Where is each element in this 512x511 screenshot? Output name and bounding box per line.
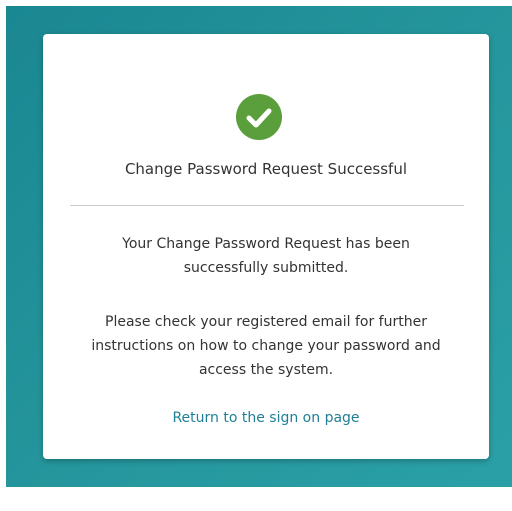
success-title: Change Password Request Successful bbox=[124, 160, 408, 178]
instructions-line-3: access the system. bbox=[198, 362, 334, 378]
return-to-sign-on-link[interactable]: Return to the sign on page bbox=[43, 410, 489, 426]
instructions-message: Please check your registered email for f… bbox=[53, 310, 479, 382]
success-message-line-1: Your Change Password Request has been bbox=[122, 236, 410, 252]
success-message-line-2: successfully submitted. bbox=[183, 260, 349, 276]
divider bbox=[70, 205, 464, 206]
instructions-line-2: instructions on how to change your passw… bbox=[91, 338, 441, 354]
check-circle-icon bbox=[236, 94, 282, 140]
instructions-line-1: Please check your registered email for f… bbox=[105, 314, 427, 330]
success-message: Your Change Password Request has been su… bbox=[53, 232, 479, 280]
